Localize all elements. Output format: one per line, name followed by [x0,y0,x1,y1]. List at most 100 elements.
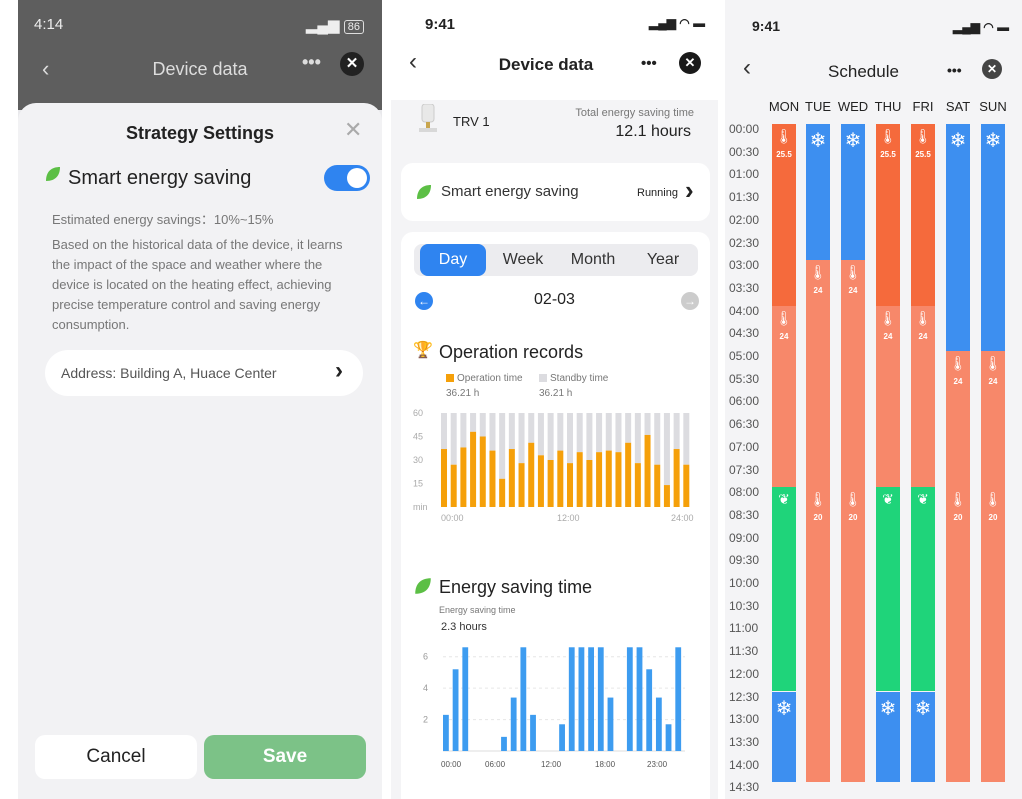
schedule-block-cool[interactable] [981,124,1005,351]
next-date-icon[interactable]: → [681,292,699,310]
standby-bar [528,413,535,443]
operation-bar [625,442,632,507]
schedule-temp-value: 24 [813,286,823,296]
schedule-block-eco[interactable] [911,487,935,692]
time-label: 11:00 [729,621,759,636]
operation-bar [683,464,690,507]
schedule-temp-value: 24 [953,377,963,386]
date-label: 02-03 [534,291,575,308]
energy-bar [452,669,459,751]
schedule-block-heat[interactable] [946,487,970,783]
operation-bar [441,449,448,507]
energy-bar [501,736,507,751]
thermometer-icon: 🌡 [949,491,967,508]
close-icon[interactable]: ✕ [982,59,1002,79]
snowflake-icon: ❄ [844,130,862,152]
energy-bar [588,647,595,751]
schedule-block-heat[interactable] [841,487,865,783]
day-label-thu: THU [874,99,902,114]
close-icon[interactable]: ✕ [340,52,364,76]
close-icon[interactable]: ✕ [679,52,701,74]
tab-month[interactable]: Month [560,244,626,276]
energy-bar [520,647,527,751]
time-label: 09:30 [729,553,760,568]
op-ytick-label: 30 [413,455,423,465]
time-label: 06:00 [729,394,760,409]
op-ytick-label: 45 [413,432,423,442]
more-icon[interactable]: ••• [302,52,321,73]
schedule-block-heat[interactable] [981,487,1005,783]
schedule-block-eco[interactable] [772,487,796,692]
schedule-temp-value: 25.5 [915,150,931,159]
schedule-block-cool[interactable] [946,124,970,351]
operation-bar [654,464,661,507]
standby-value: 36.21 h [539,388,573,399]
time-label: 06:30 [729,417,760,432]
standby-bar [450,413,457,465]
smart-saving-toggle[interactable] [324,165,370,191]
more-icon[interactable]: ••• [947,62,962,78]
schedule-block-eco[interactable] [876,487,900,692]
cancel-button[interactable]: Cancel [35,735,197,779]
operation-chart: 60 45 30 15 min 00:00 12:00 24:00 [413,408,694,523]
energy-title: Energy saving time [439,577,593,597]
time-label: 13:00 [729,712,760,727]
operation-bar [615,452,622,507]
energy-bar [510,697,517,751]
legend-standby-swatch [539,374,547,382]
operation-bar [557,450,564,507]
time-label: 14:00 [729,757,760,772]
time-label: 00:30 [729,144,760,159]
schedule-block-heat[interactable] [806,487,830,783]
schedule-temp-value: 20 [953,513,963,523]
time-label: 13:30 [729,734,760,749]
schedule-temp-value: 24 [883,331,893,341]
energy-bar [559,724,565,751]
time-label: 12:30 [729,689,760,704]
smart-saving-row[interactable]: Smart energy saving Running › [401,163,710,221]
standby-bar [615,413,622,453]
leaf-icon [44,165,62,188]
operation-bar [586,460,593,507]
energy-bar [665,724,672,751]
more-icon[interactable]: ••• [641,55,657,72]
strategy-description: Based on the historical data of the devi… [52,237,343,332]
save-button[interactable]: Save [204,735,366,779]
standby-bar [441,413,448,450]
standby-bar [605,413,612,451]
thermometer-icon: 🌡 [775,309,793,326]
energy-bar [675,647,682,751]
time-label: 03:00 [729,258,760,273]
chevron-right-icon: › [335,357,343,384]
time-label: 02:00 [729,212,760,227]
status-icons: ▂▄▆ 86 [306,16,364,34]
tab-year[interactable]: Year [630,244,696,276]
operation-bar [596,452,603,507]
tab-day[interactable]: Day [420,244,486,276]
operation-bar [528,442,535,507]
energy-bar [607,697,614,751]
schedule-temp-value: 20 [813,513,823,523]
device-data-screen: 9:41 ▂▄▆ ◠ ▬ ‹ Device data ••• ✕ TRV 1 T… [391,0,718,799]
operation-bar [489,450,496,507]
energy-bar [578,647,585,751]
tab-week[interactable]: Week [490,244,556,276]
address-row[interactable]: Address: Building A, Huace Center › [45,350,363,396]
operation-bar [460,447,467,507]
operation-bar [605,450,612,507]
time-label: 09:00 [729,530,760,545]
snowflake-icon: ❄ [809,130,827,152]
energy-leaf-icon [413,576,433,601]
time-label: 07:00 [729,439,760,454]
close-sheet-icon[interactable]: ✕ [344,117,362,143]
smart-saving-label: Smart energy saving [68,167,252,189]
total-saving-value: 12.1 hours [615,123,691,140]
settings-sheet: Strategy Settings ✕ Smart energy saving … [18,103,382,799]
thermometer-icon: 🌡 [879,128,897,144]
signal-icon: ▂▄▆ [305,17,340,34]
snowflake-icon: ❄ [984,130,1002,152]
status-icons: ▂▄▆ ◠ ▬ [953,20,1010,34]
energy-subtitle: Energy saving time [439,605,516,615]
smart-saving-label: Smart energy saving [441,183,579,200]
thermometer-icon: 🌡 [809,491,827,508]
